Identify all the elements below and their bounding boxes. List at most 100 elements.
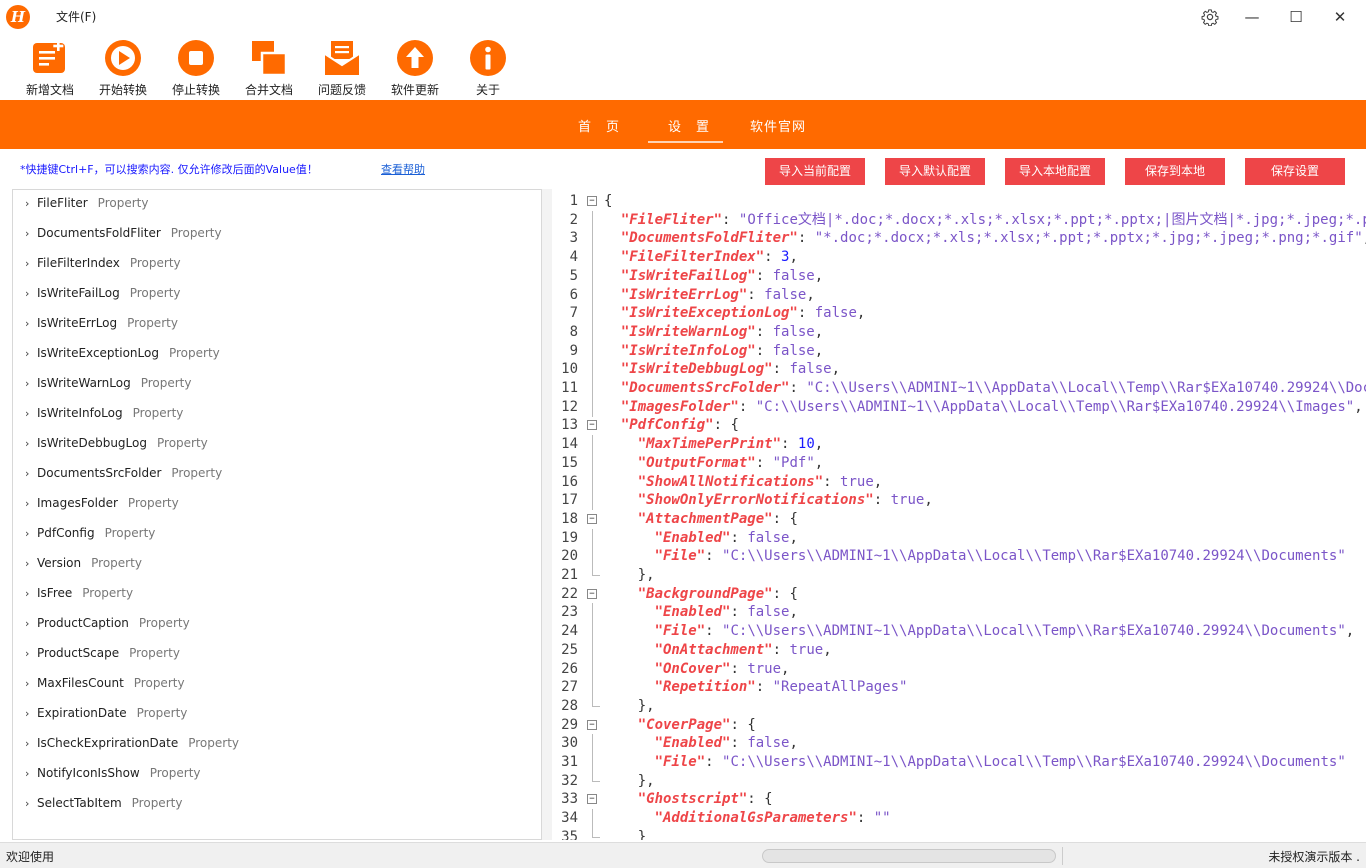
- property-row[interactable]: › FileFilterIndex Property: [25, 256, 181, 276]
- code-line[interactable]: 7 "IsWriteExceptionLog": false,: [552, 304, 1366, 324]
- code-line[interactable]: 29− "CoverPage": {: [552, 716, 1366, 735]
- chevron-right-icon[interactable]: ›: [25, 347, 37, 360]
- code-line[interactable]: 5 "IsWriteFailLog": false,: [552, 266, 1366, 286]
- fold-toggle-icon[interactable]: −: [587, 794, 597, 805]
- tab-home[interactable]: 首 页: [578, 116, 620, 135]
- property-row[interactable]: › IsWriteWarnLog Property: [25, 376, 191, 396]
- gear-icon[interactable]: [1192, 3, 1228, 31]
- chevron-right-icon[interactable]: ›: [25, 527, 37, 540]
- chevron-right-icon[interactable]: ›: [25, 467, 37, 480]
- code-line[interactable]: 12 "ImagesFolder": "C:\\Users\\ADMINI~1\…: [552, 397, 1366, 417]
- fold-toggle-icon[interactable]: −: [587, 420, 597, 431]
- property-row[interactable]: › IsWriteFailLog Property: [25, 286, 181, 306]
- code-line[interactable]: 18− "AttachmentPage": {: [552, 510, 1366, 529]
- chevron-right-icon[interactable]: ›: [25, 407, 37, 420]
- code-line[interactable]: 25 "OnAttachment": true,: [552, 640, 1366, 660]
- code-line[interactable]: 10 "IsWriteDebbugLog": false,: [552, 360, 1366, 380]
- save-settings-button[interactable]: 保存设置: [1245, 158, 1345, 185]
- code-line[interactable]: 9 "IsWriteInfoLog": false,: [552, 341, 1366, 361]
- feedback-button[interactable]: 问题反馈: [310, 36, 374, 98]
- code-line[interactable]: 6 "IsWriteErrLog": false,: [552, 285, 1366, 305]
- fold-toggle-icon[interactable]: −: [587, 513, 597, 524]
- code-line[interactable]: 21 },: [552, 566, 1366, 585]
- code-line[interactable]: 16 "ShowAllNotifications": true,: [552, 472, 1366, 492]
- code-line[interactable]: 4 "FileFilterIndex": 3,: [552, 248, 1366, 268]
- property-row[interactable]: › ProductCaption Property: [25, 616, 190, 636]
- panel-splitter[interactable]: [542, 189, 552, 840]
- code-line[interactable]: 27 "Repetition": "RepeatAllPages": [552, 678, 1366, 698]
- code-line[interactable]: 2 "FileFliter": "Office文档|*.doc;*.docx;*…: [552, 210, 1366, 230]
- chevron-right-icon[interactable]: ›: [25, 317, 37, 330]
- property-row[interactable]: › IsWriteInfoLog Property: [25, 406, 183, 426]
- chevron-right-icon[interactable]: ›: [25, 497, 37, 510]
- chevron-right-icon[interactable]: ›: [25, 617, 37, 630]
- property-row[interactable]: › SelectTabItem Property: [25, 796, 182, 816]
- chevron-right-icon[interactable]: ›: [25, 227, 37, 240]
- property-row[interactable]: › ProductScape Property: [25, 646, 180, 666]
- fold-toggle-icon[interactable]: −: [587, 588, 597, 599]
- property-row[interactable]: › PdfConfig Property: [25, 526, 155, 546]
- import-local-config-button[interactable]: 导入本地配置: [1005, 158, 1105, 185]
- property-row[interactable]: › DocumentsFoldFliter Property: [25, 226, 222, 246]
- start-convert-button[interactable]: 开始转换: [91, 36, 155, 98]
- property-row[interactable]: › ExpirationDate Property: [25, 706, 187, 726]
- code-line[interactable]: 20 "File": "C:\\Users\\ADMINI~1\\AppData…: [552, 547, 1366, 567]
- code-line[interactable]: 11 "DocumentsSrcFolder": "C:\\Users\\ADM…: [552, 379, 1366, 398]
- code-line[interactable]: 13− "PdfConfig": {: [552, 416, 1366, 435]
- property-row[interactable]: › NotifyIconIsShow Property: [25, 766, 201, 786]
- code-line[interactable]: 30 "Enabled": false,: [552, 734, 1366, 754]
- about-button[interactable]: 关于: [456, 36, 520, 98]
- code-line[interactable]: 34 "AdditionalGsParameters": "": [552, 809, 1366, 829]
- property-row[interactable]: › Version Property: [25, 556, 142, 576]
- code-line[interactable]: 23 "Enabled": false,: [552, 603, 1366, 623]
- chevron-right-icon[interactable]: ›: [25, 377, 37, 390]
- tab-settings[interactable]: 设 置: [668, 116, 710, 135]
- fold-toggle-icon[interactable]: −: [587, 196, 597, 206]
- code-line[interactable]: 8 "IsWriteWarnLog": false,: [552, 322, 1366, 342]
- chevron-right-icon[interactable]: ›: [25, 707, 37, 720]
- import-default-config-button[interactable]: 导入默认配置: [885, 158, 985, 185]
- code-line[interactable]: 3 "DocumentsFoldFliter": "*.doc;*.docx;*…: [552, 229, 1366, 249]
- code-line[interactable]: 22− "BackgroundPage": {: [552, 585, 1366, 604]
- save-to-local-button[interactable]: 保存到本地: [1125, 158, 1225, 185]
- close-button[interactable]: ✕: [1322, 3, 1358, 31]
- property-tree[interactable]: › FileFliter Property › DocumentsFoldFliter P…: [12, 189, 542, 840]
- code-line[interactable]: 33− "Ghostscript": {: [552, 790, 1366, 809]
- property-row[interactable]: › IsWriteExceptionLog Property: [25, 346, 220, 366]
- code-line[interactable]: 35 }: [552, 827, 1366, 840]
- import-current-config-button[interactable]: 导入当前配置: [765, 158, 865, 185]
- property-row[interactable]: › ImagesFolder Property: [25, 496, 179, 516]
- chevron-right-icon[interactable]: ›: [25, 677, 37, 690]
- merge-document-button[interactable]: 合并文档: [237, 36, 301, 98]
- code-line[interactable]: 19 "Enabled": false,: [552, 528, 1366, 548]
- chevron-right-icon[interactable]: ›: [25, 767, 37, 780]
- property-row[interactable]: › IsFree Property: [25, 586, 133, 606]
- chevron-right-icon[interactable]: ›: [25, 437, 37, 450]
- property-row[interactable]: › DocumentsSrcFolder Property: [25, 466, 222, 486]
- property-row[interactable]: › MaxFilesCount Property: [25, 676, 185, 696]
- software-update-button[interactable]: 软件更新: [383, 36, 447, 98]
- new-document-button[interactable]: 新增文档: [18, 36, 82, 98]
- json-editor[interactable]: 1−{2 "FileFliter": "Office文档|*.doc;*.doc…: [552, 189, 1366, 840]
- chevron-right-icon[interactable]: ›: [25, 797, 37, 810]
- code-line[interactable]: 31 "File": "C:\\Users\\ADMINI~1\\AppData…: [552, 753, 1366, 772]
- fold-toggle-icon[interactable]: −: [587, 719, 597, 730]
- code-line[interactable]: 28 },: [552, 696, 1366, 716]
- code-line[interactable]: 24 "File": "C:\\Users\\ADMINI~1\\AppData…: [552, 622, 1366, 642]
- chevron-right-icon[interactable]: ›: [25, 647, 37, 660]
- code-line[interactable]: 17 "ShowOnlyErrorNotifications": true,: [552, 491, 1366, 511]
- code-line[interactable]: 26 "OnCover": true,: [552, 659, 1366, 679]
- property-row[interactable]: › IsWriteErrLog Property: [25, 316, 178, 336]
- code-line[interactable]: 14 "MaxTimePerPrint": 10,: [552, 435, 1366, 455]
- horizontal-scrollbar[interactable]: [762, 849, 1056, 863]
- chevron-right-icon[interactable]: ›: [25, 197, 37, 210]
- code-line[interactable]: 32 },: [552, 771, 1366, 791]
- property-row[interactable]: › FileFliter Property: [25, 196, 148, 216]
- code-line[interactable]: 1−{: [552, 192, 1366, 211]
- stop-convert-button[interactable]: 停止转换: [164, 36, 228, 98]
- chevron-right-icon[interactable]: ›: [25, 287, 37, 300]
- tab-official-site[interactable]: 软件官网: [750, 116, 806, 135]
- menu-file[interactable]: 文件(F): [56, 8, 96, 25]
- chevron-right-icon[interactable]: ›: [25, 557, 37, 570]
- chevron-right-icon[interactable]: ›: [25, 257, 37, 270]
